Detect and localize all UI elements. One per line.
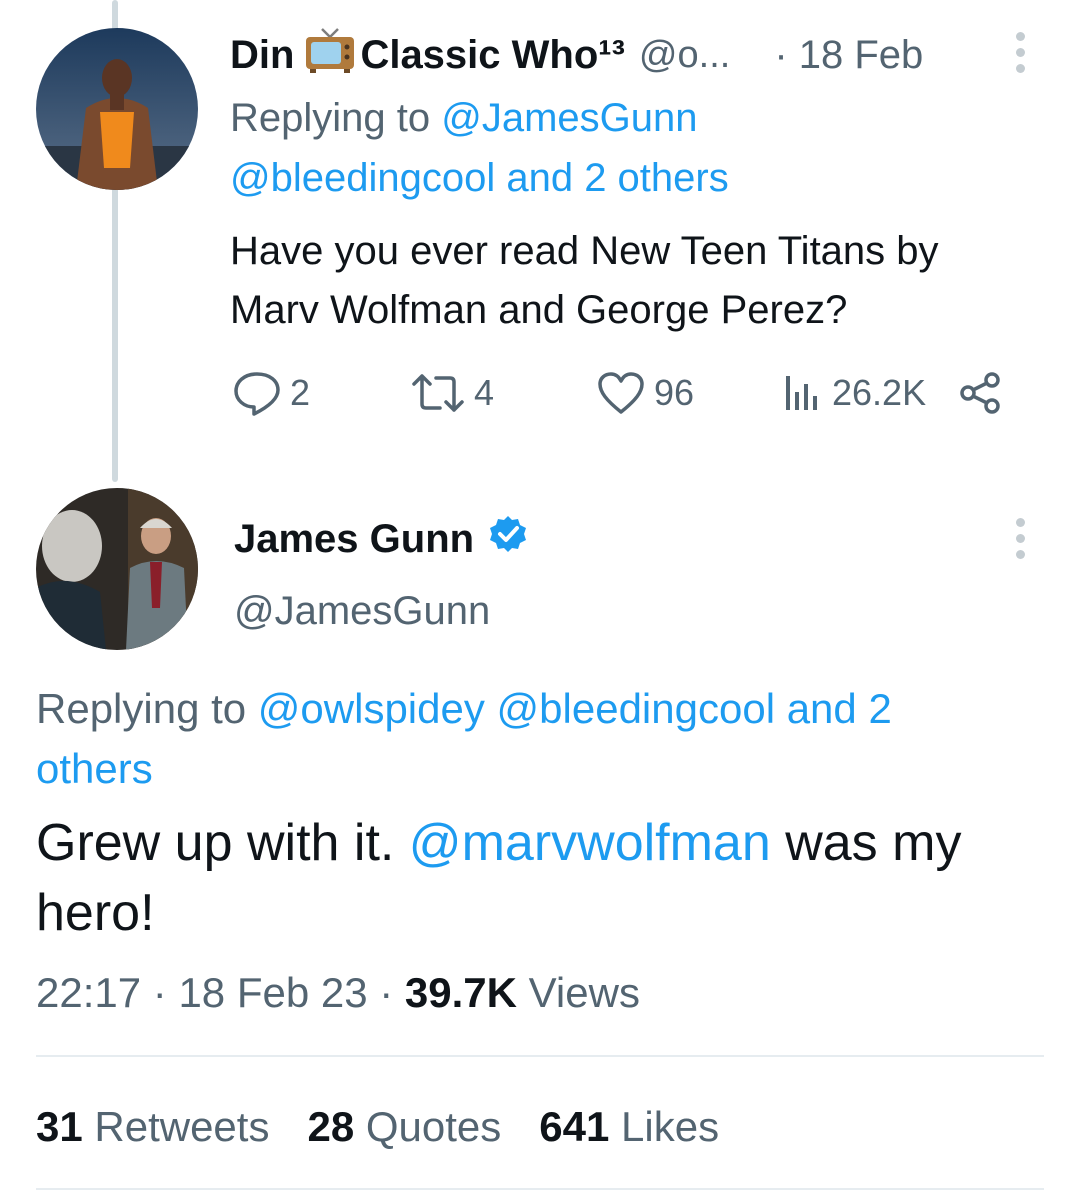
share-icon[interactable]	[956, 370, 1004, 421]
tv-icon	[304, 25, 356, 85]
quotes-label: Quotes	[354, 1103, 502, 1150]
replying-prefix: Replying to	[230, 96, 442, 140]
main-more-icon[interactable]	[1014, 518, 1026, 559]
quotes-stat[interactable]: 28 Quotes	[307, 1102, 501, 1152]
reply-tweet-text: Have you ever read New Teen Titans by Ma…	[230, 222, 939, 340]
like-icon	[596, 370, 646, 416]
main-text-part1: Grew up with it.	[36, 814, 409, 872]
main-display-name[interactable]: James Gunn	[234, 517, 474, 562]
avatar-james-gunn[interactable]	[36, 488, 198, 650]
retweets-count: 31	[36, 1103, 83, 1150]
reply-display-name-part1[interactable]: Din	[230, 33, 294, 78]
likes-stat-count: 641	[539, 1103, 610, 1150]
views-action-button[interactable]: 26.2K	[780, 368, 926, 418]
reply-header: Din Classic Who¹³ @o... · 18 Feb	[230, 28, 923, 80]
like-action-button[interactable]: 96	[596, 368, 694, 418]
main-handle[interactable]: @JamesGunn	[234, 586, 490, 636]
engagement-stats-row: 31 Retweets 28 Quotes 641 Likes	[36, 1102, 719, 1152]
retweet-action-button[interactable]: 4	[410, 368, 494, 418]
main-views-count: 39.7K	[404, 969, 517, 1016]
quotes-count: 28	[307, 1103, 355, 1150]
main-replying-to-line2[interactable]: others	[36, 744, 153, 794]
retweet-count: 4	[474, 372, 495, 413]
likes-stat-label: Likes	[609, 1103, 720, 1150]
avatar-din[interactable]	[36, 28, 198, 190]
reply-replying-to: Replying to @JamesGunn	[230, 94, 698, 142]
mention-owlspidey[interactable]: @owlspidey	[258, 685, 485, 732]
main-sep1: ·	[141, 969, 179, 1016]
views-icon	[780, 370, 824, 416]
main-header-name-row: James Gunn	[234, 514, 528, 564]
main-text-line2: hero!	[36, 884, 155, 942]
mention-marvwolfman[interactable]: @marvwolfman	[409, 814, 771, 872]
divider-top	[36, 1055, 1044, 1057]
reply-handle[interactable]: @o...	[639, 34, 730, 77]
reply-count: 2	[290, 372, 311, 413]
reply-display-name-part2[interactable]: Classic Who¹³	[360, 33, 624, 78]
main-tweet-text: Grew up with it. @marvwolfman was my her…	[36, 808, 961, 948]
main-date[interactable]: 18 Feb 23	[178, 969, 367, 1016]
retweets-stat[interactable]: 31 Retweets	[36, 1102, 269, 1152]
reply-action-button[interactable]: 2	[232, 368, 310, 418]
divider-bottom	[36, 1188, 1044, 1190]
reply-text-line2: Marv Wolfman and George Perez?	[230, 288, 848, 332]
reply-more-icon[interactable]	[1014, 32, 1026, 73]
mention-jamesgunn[interactable]: @JamesGunn	[441, 96, 697, 140]
like-count: 96	[654, 372, 695, 413]
reply-icon	[232, 370, 282, 416]
main-text-part2: was my	[770, 814, 962, 872]
reply-replying-mentions-line2[interactable]: @bleedingcool and 2 others	[230, 154, 729, 202]
verified-badge-icon	[488, 514, 528, 564]
main-views-label: Views	[517, 969, 640, 1016]
main-text-line1: Grew up with it. @marvwolfman was my	[36, 808, 961, 878]
main-timestamp-row: 22:17 · 18 Feb 23 · 39.7K Views	[36, 968, 640, 1018]
reply-text-line1: Have you ever read New Teen Titans by	[230, 229, 939, 273]
views-count: 26.2K	[832, 372, 927, 413]
main-replying-to: Replying to @owlspidey @bleedingcool and…	[36, 684, 892, 734]
main-time[interactable]: 22:17	[36, 969, 141, 1016]
retweets-label: Retweets	[82, 1103, 270, 1150]
mention-bleedingcool-and-others[interactable]: @bleedingcool and 2	[497, 685, 892, 732]
retweet-icon	[410, 370, 466, 416]
reply-date[interactable]: · 18 Feb	[774, 33, 923, 78]
main-sep2: ·	[367, 969, 405, 1016]
likes-stat[interactable]: 641 Likes	[539, 1102, 719, 1152]
main-replying-prefix: Replying to	[36, 685, 258, 732]
